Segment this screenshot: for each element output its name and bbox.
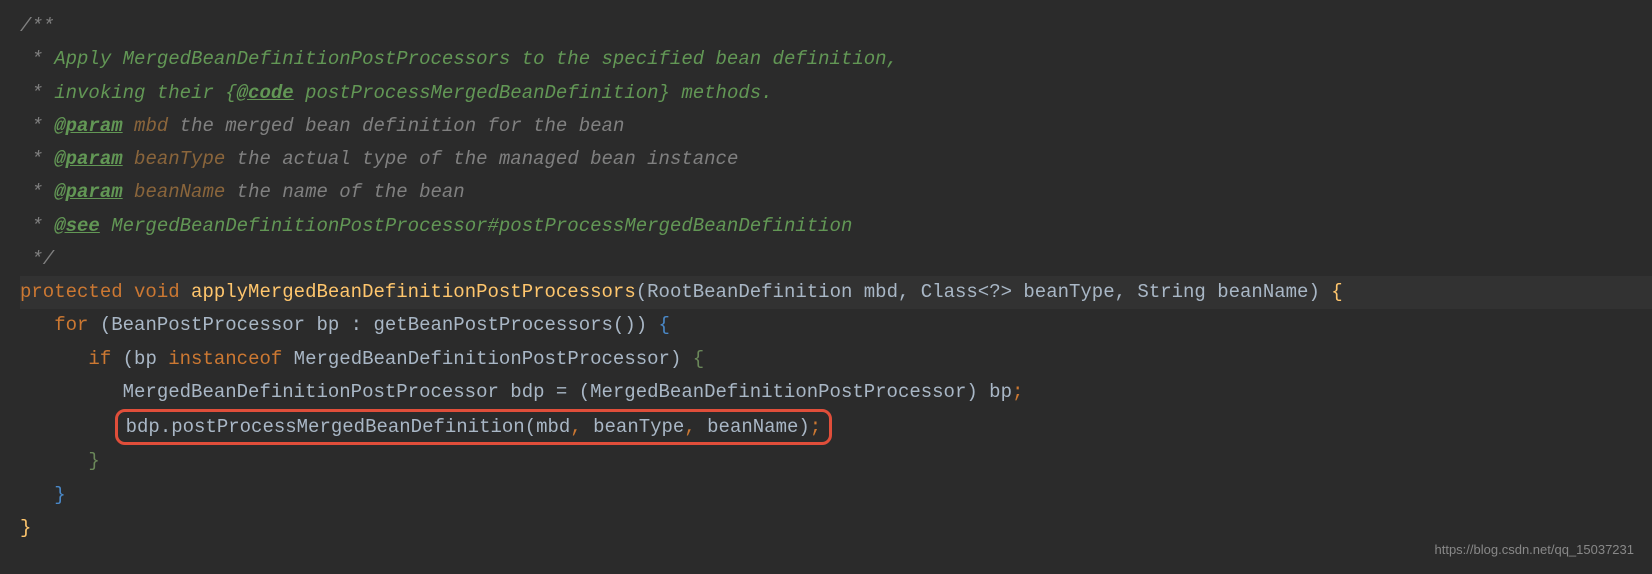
param-tag: @param (54, 181, 122, 203)
brace: } (20, 517, 31, 539)
javadoc-see: * @see MergedBeanDefinitionPostProcessor… (20, 210, 1652, 243)
comment-text: Apply MergedBeanDefinitionPostProcessors… (54, 48, 898, 70)
javadoc-param: * @param mbd the merged bean definition … (20, 110, 1652, 143)
javadoc-param: * @param beanName the name of the bean (20, 176, 1652, 209)
if-open: (bp (111, 348, 168, 370)
comma: , (684, 416, 695, 438)
see-desc: MergedBeanDefinitionPostProcessor#postPr… (100, 215, 853, 237)
highlight-box: bdp.postProcessMergedBeanDefinition(mbd,… (115, 409, 833, 445)
param-desc: the name of the bean (225, 181, 464, 203)
param-name: beanType (134, 148, 225, 170)
brace: { (693, 348, 704, 370)
comment-prefix: * (20, 82, 54, 104)
indent (20, 450, 88, 472)
call-p2: beanType (582, 416, 685, 438)
indent (20, 381, 123, 403)
param-tag: @param (54, 148, 122, 170)
assign-text: MergedBeanDefinitionPostProcessor bdp = … (123, 381, 1012, 403)
comment-text: */ (20, 248, 54, 270)
space (123, 181, 134, 203)
for-line[interactable]: for (BeanPostProcessor bp : getBeanPostP… (20, 309, 1652, 342)
comment-prefix: * (20, 215, 54, 237)
comment-prefix: * (20, 48, 54, 70)
if-line[interactable]: if (bp instanceof MergedBeanDefinitionPo… (20, 343, 1652, 376)
for-close[interactable]: } (20, 479, 1652, 512)
comment-prefix: * (20, 181, 54, 203)
keyword-protected: protected (20, 281, 123, 303)
call-p3: beanName) (696, 416, 810, 438)
comment-text: methods. (670, 82, 773, 104)
brace: } (659, 82, 670, 104)
method-params: (RootBeanDefinition mbd, Class<?> beanTy… (636, 281, 1332, 303)
space (123, 281, 134, 303)
comment-text: invoking their (54, 82, 225, 104)
keyword-if: if (88, 348, 111, 370)
param-name: beanName (134, 181, 225, 203)
call-obj: bdp.postProcessMergedBeanDefinition(mbd (126, 416, 571, 438)
space (180, 281, 191, 303)
brace: { (659, 314, 670, 336)
space (123, 148, 134, 170)
brace: { (1331, 281, 1342, 303)
brace: } (54, 484, 65, 506)
param-desc: the merged bean definition for the bean (168, 115, 624, 137)
code-tag: @code (237, 82, 294, 104)
param-name: mbd (134, 115, 168, 137)
keyword-instanceof: instanceof (168, 348, 282, 370)
for-rest: (BeanPostProcessor bp : getBeanPostProce… (88, 314, 658, 336)
brace: } (88, 450, 99, 472)
javadoc-line: * invoking their {@code postProcessMerge… (20, 77, 1652, 110)
see-tag: @see (54, 215, 100, 237)
space (123, 115, 134, 137)
javadoc-close: */ (20, 243, 1652, 276)
indent (20, 314, 54, 336)
semicolon: ; (1012, 381, 1023, 403)
comma: , (570, 416, 581, 438)
if-close[interactable]: } (20, 445, 1652, 478)
comment-text: /** (20, 15, 54, 37)
assign-line[interactable]: MergedBeanDefinitionPostProcessor bdp = … (20, 376, 1652, 409)
comment-text: postProcessMergedBeanDefinition (294, 82, 659, 104)
if-rest: MergedBeanDefinitionPostProcessor) (282, 348, 692, 370)
param-desc: the actual type of the managed bean inst… (225, 148, 738, 170)
method-signature[interactable]: protected void applyMergedBeanDefinition… (20, 276, 1652, 309)
semicolon: ; (810, 416, 821, 438)
brace: { (225, 82, 236, 104)
indent (20, 416, 123, 438)
comment-prefix: * (20, 148, 54, 170)
javadoc-param: * @param beanType the actual type of the… (20, 143, 1652, 176)
method-name: applyMergedBeanDefinitionPostProcessors (191, 281, 636, 303)
watermark: https://blog.csdn.net/qq_15037231 (1435, 539, 1635, 562)
param-tag: @param (54, 115, 122, 137)
keyword-void: void (134, 281, 180, 303)
keyword-for: for (54, 314, 88, 336)
indent (20, 348, 88, 370)
method-close[interactable]: } (20, 512, 1652, 545)
javadoc-open: /** (20, 10, 1652, 43)
call-line[interactable]: bdp.postProcessMergedBeanDefinition(mbd,… (20, 409, 1652, 445)
javadoc-line: * Apply MergedBeanDefinitionPostProcesso… (20, 43, 1652, 76)
indent (20, 484, 54, 506)
comment-prefix: * (20, 115, 54, 137)
